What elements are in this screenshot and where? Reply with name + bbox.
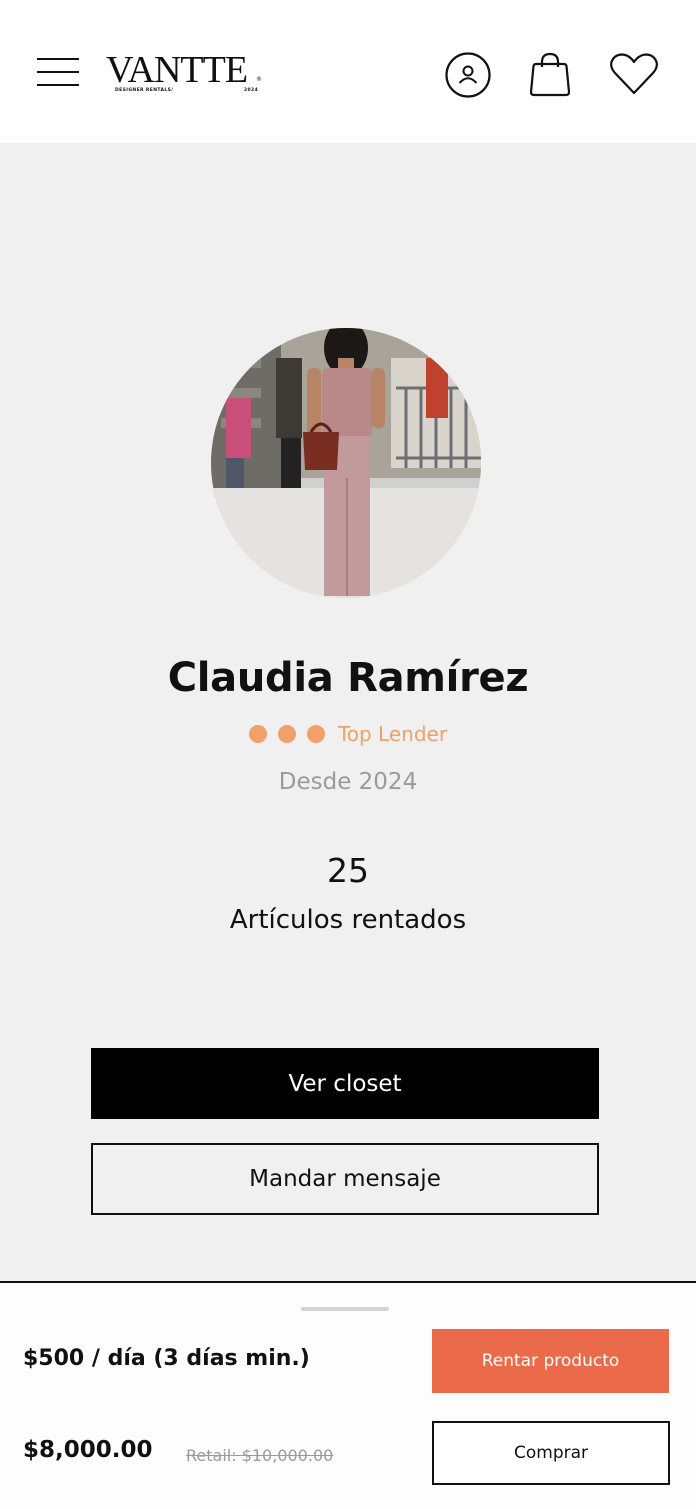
- logo-year: 2024: [244, 88, 259, 93]
- heart-icon[interactable]: [609, 52, 659, 96]
- rented-label: Artículos rentados: [229, 905, 467, 935]
- menu-icon[interactable]: [37, 55, 81, 89]
- rented-count: 25: [327, 851, 369, 890]
- member-since: Desde 2024: [278, 769, 418, 795]
- logo[interactable]: VANTTE ® DESIGNER RENTALS/ 2024: [106, 50, 266, 100]
- badge-dot-icon: [248, 725, 267, 743]
- avatar: [211, 328, 481, 598]
- badge-label: Top Lender: [337, 722, 448, 746]
- send-message-button[interactable]: Mandar mensaje: [91, 1143, 599, 1215]
- retail-price: Retail: $10,000.00: [186, 1446, 334, 1465]
- logo-wordmark: VANTTE: [106, 49, 248, 91]
- rent-product-button[interactable]: Rentar producto: [432, 1329, 669, 1393]
- lender-name: Claudia Ramírez: [167, 655, 529, 701]
- sheet-drag-handle[interactable]: [301, 1307, 389, 1311]
- sale-price: $8,000.00: [23, 1437, 153, 1463]
- lender-profile: Claudia Ramírez Top Lender Desde 2024 25…: [0, 143, 696, 1283]
- logo-registered-mark: ®: [256, 76, 262, 83]
- bag-icon[interactable]: [528, 50, 572, 98]
- view-closet-button[interactable]: Ver closet: [91, 1048, 599, 1119]
- lender-badge: Top Lender: [0, 722, 696, 746]
- buy-button[interactable]: Comprar: [432, 1421, 670, 1485]
- logo-subtitle: DESIGNER RENTALS/: [115, 88, 174, 93]
- purchase-sheet: $500 / día (3 días min.) $8,000.00 Retai…: [0, 1283, 696, 1509]
- badge-dot-icon: [277, 725, 296, 743]
- badge-dot-icon: [306, 725, 325, 743]
- rental-price: $500 / día (3 días min.): [23, 1346, 310, 1371]
- account-icon[interactable]: [444, 51, 492, 99]
- header: VANTTE ® DESIGNER RENTALS/ 2024: [0, 0, 696, 143]
